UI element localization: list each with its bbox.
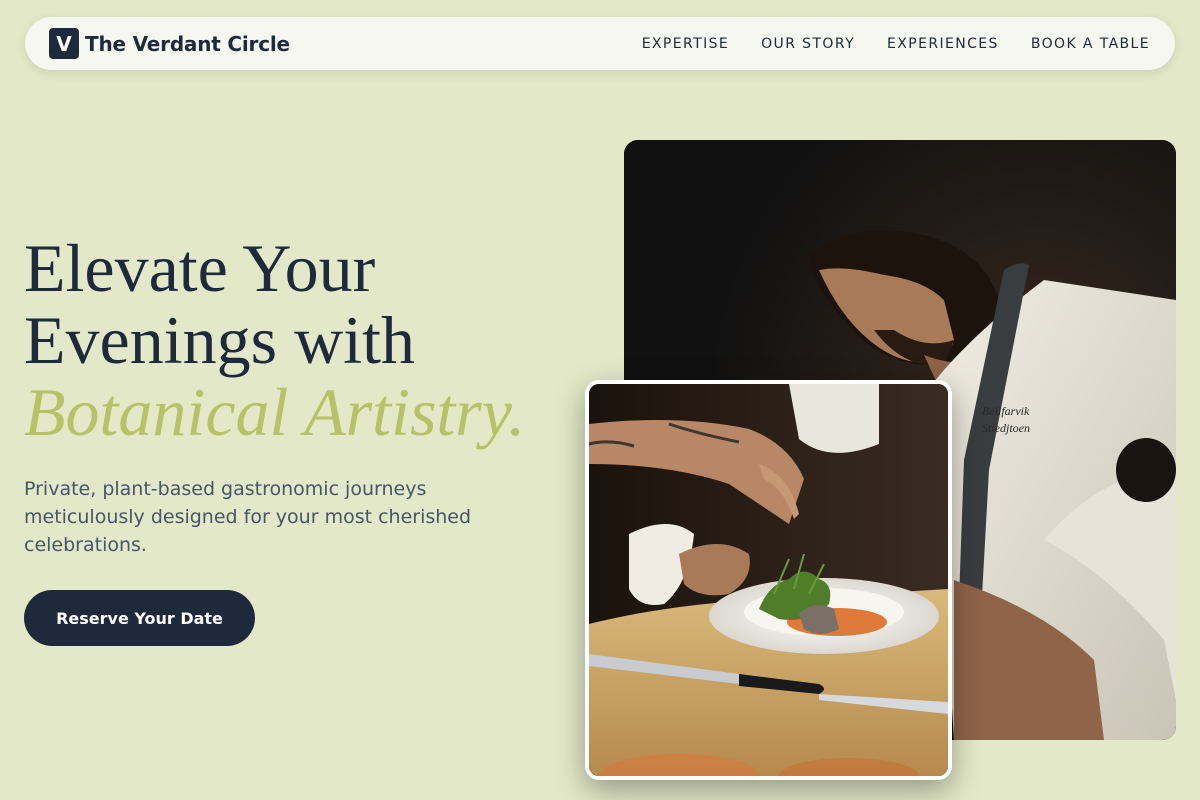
nav-link-expertise[interactable]: EXPERTISE (642, 36, 729, 52)
svg-text:Stiedjtoen: Stiedjtoen (982, 421, 1030, 435)
nav-links: EXPERTISE OUR STORY EXPERIENCES BOOK A T… (642, 36, 1150, 52)
plated-dish-closeup-photo (585, 380, 952, 780)
brand[interactable]: V The Verdant Circle (49, 28, 290, 59)
brand-name[interactable]: The Verdant Circle (85, 32, 290, 56)
headline-accent: Botanical Artistry. (24, 374, 526, 450)
nav-link-experiences[interactable]: EXPERIENCES (887, 36, 999, 52)
top-navbar: V The Verdant Circle EXPERTISE OUR STORY… (25, 17, 1175, 70)
hero-subtitle: Private, plant-based gastronomic journey… (24, 478, 472, 556)
nav-link-book-a-table[interactable]: BOOK A TABLE (1031, 36, 1150, 52)
hero-headline: Elevate Your Evenings with Botanical Art… (24, 232, 604, 448)
nav-link-our-story[interactable]: OUR STORY (761, 36, 855, 52)
reserve-date-button[interactable]: Reserve Your Date (24, 590, 255, 646)
headline-line-1: Elevate Your (24, 230, 376, 306)
svg-text:Bellfarvik: Bellfarvik (982, 404, 1030, 418)
headline-line-2: Evenings with (24, 302, 415, 378)
brand-logo[interactable]: V (49, 28, 79, 59)
